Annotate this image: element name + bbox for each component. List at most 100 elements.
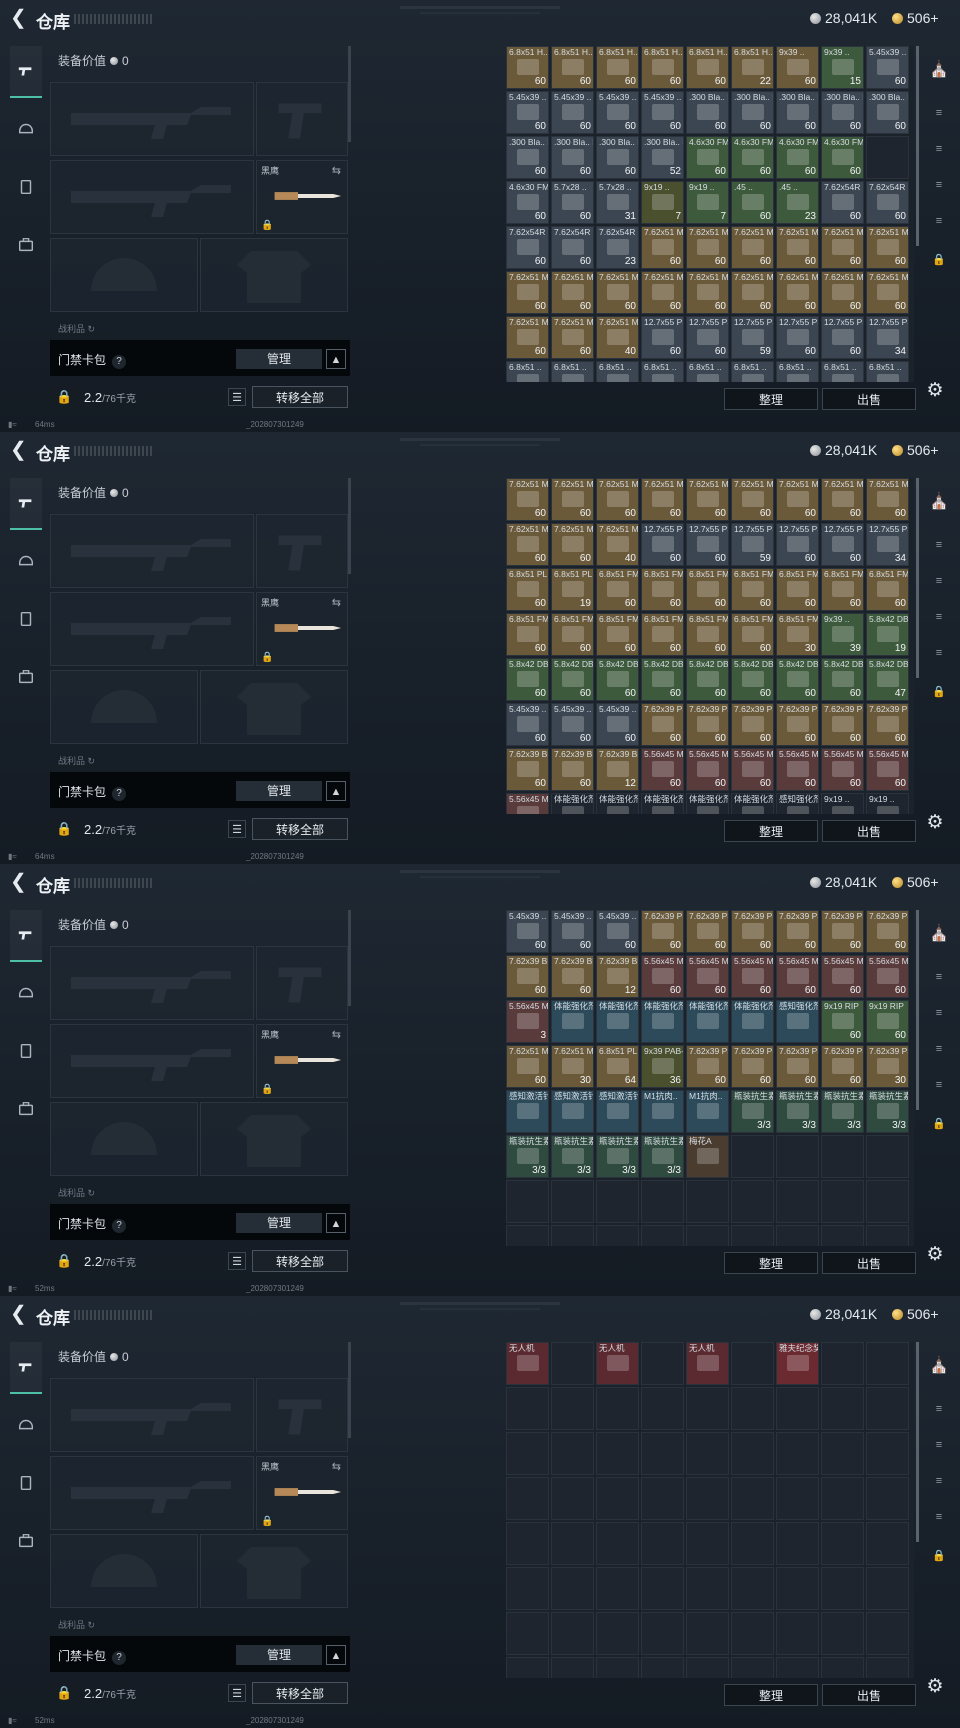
inventory-item[interactable]: 4.6x30 FMJ 60 xyxy=(821,136,864,179)
inventory-item[interactable]: 7.62x39 PS 60 xyxy=(821,1045,864,1088)
empty-slot[interactable] xyxy=(866,1567,909,1610)
inventory-item[interactable]: 7.62x51 M.. 30 xyxy=(551,1045,594,1088)
inventory-item[interactable]: 12.7x55 PS12 60 xyxy=(776,316,819,359)
inventory-item[interactable]: 12.7x55 PS12 60 xyxy=(776,523,819,566)
help-icon[interactable]: ? xyxy=(112,1219,127,1233)
empty-slot[interactable] xyxy=(641,1180,684,1223)
chevron-up-icon[interactable]: ▲ xyxy=(326,781,346,801)
inventory-item[interactable]: 6.8x51 FMJ 60 xyxy=(866,568,909,611)
empty-slot[interactable] xyxy=(686,1225,729,1246)
inventory-item[interactable]: 7.62x39 PS 60 xyxy=(731,703,774,746)
empty-slot[interactable] xyxy=(731,1477,774,1520)
inventory-item[interactable]: 6.8x51 ..60 xyxy=(731,361,774,382)
empty-slot[interactable] xyxy=(776,1180,819,1223)
sort-button[interactable]: 整理 xyxy=(724,1684,818,1706)
sell-button[interactable]: 出售 xyxy=(822,1252,916,1274)
empty-slot[interactable] xyxy=(776,1135,819,1178)
stash-page-4-icon[interactable]: ≡ xyxy=(922,530,956,560)
inventory-item[interactable]: 瓶装抗生素 3/3 xyxy=(821,1090,864,1133)
inventory-item[interactable]: 7.62x51 M.. 60 xyxy=(776,478,819,521)
inventory-item[interactable]: 6.8x51 FMJ 60 xyxy=(551,613,594,656)
inventory-item[interactable]: 12.7x55 PS12 60 xyxy=(821,523,864,566)
inventory-item[interactable]: 7.62x39 PS 60 xyxy=(641,703,684,746)
inventory-item[interactable]: 9x19 .. 7 xyxy=(686,181,729,224)
gear-icon[interactable]: ⚙ xyxy=(924,1244,946,1266)
helmet-slot[interactable] xyxy=(50,670,198,744)
manage-button[interactable]: 管理 xyxy=(236,1645,322,1665)
inventory-item[interactable]: 5.45x39 .. 60 xyxy=(506,910,549,953)
transfer-all-button[interactable]: 转移全部 xyxy=(252,386,348,408)
inventory-item[interactable]: 7.62x39 PS 60 xyxy=(821,910,864,953)
empty-slot[interactable] xyxy=(731,1432,774,1475)
equipment-scrollbar[interactable] xyxy=(348,478,351,574)
stash-page-2-icon[interactable]: ≡ xyxy=(922,1034,956,1064)
inventory-item[interactable]: 瓶装抗生素 3/3 xyxy=(551,1135,594,1178)
gear-icon[interactable]: ⚙ xyxy=(924,1676,946,1698)
inventory-item[interactable]: 6.8x51 H.. 22 xyxy=(731,46,774,89)
empty-slot[interactable] xyxy=(821,1180,864,1223)
gold-currency[interactable]: 506+ xyxy=(892,1306,939,1322)
inventory-item[interactable]: .300 Bla.. BCP FMJ 52 xyxy=(641,136,684,179)
empty-slot[interactable] xyxy=(686,1612,729,1655)
inventory-item[interactable]: 体能强化剂 xyxy=(731,1000,774,1043)
inventory-item[interactable]: 7.62x51 M.. 60 xyxy=(821,226,864,269)
gear-icon[interactable]: ⚙ xyxy=(924,812,946,834)
inventory-item[interactable]: 5.8x42 DBP10 60 xyxy=(686,658,729,701)
tab-weapons[interactable] xyxy=(10,46,42,98)
inventory-item[interactable]: 瓶装抗生素 3/3 xyxy=(641,1135,684,1178)
inventory-item[interactable]: 7.62x51 M.. 60 xyxy=(596,271,639,314)
back-arrow-icon[interactable]: ❮ xyxy=(10,871,28,893)
inventory-item[interactable]: 体能强化剂 xyxy=(551,1000,594,1043)
inventory-item[interactable]: 5.56x45 M855A1 60 xyxy=(641,748,684,791)
empty-slot[interactable] xyxy=(866,1180,909,1223)
inventory-item[interactable]: 7.62x51 M.. 60 xyxy=(641,226,684,269)
inventory-item[interactable]: 7.62x51 M.. 60 xyxy=(821,478,864,521)
inventory-item[interactable]: 5.56x45 M855A1 60 xyxy=(731,748,774,791)
inventory-item[interactable]: 6.8x51 ..60 xyxy=(596,361,639,382)
empty-slot[interactable] xyxy=(596,1387,639,1430)
stash-home-icon[interactable]: ⛪ xyxy=(922,918,956,948)
inventory-item[interactable]: 7.62x39 PS 60 xyxy=(776,1045,819,1088)
inventory-item[interactable]: 感知强化剂 xyxy=(776,1000,819,1043)
inventory-item[interactable]: 6.8x51 PL.. 60 xyxy=(506,568,549,611)
inventory-item[interactable]: 9x39 .. 15 xyxy=(821,46,864,89)
inventory-item[interactable]: 6.8x51 H.. 60 xyxy=(551,46,594,89)
secondary-weapon-slot[interactable] xyxy=(50,160,254,234)
empty-slot[interactable] xyxy=(596,1567,639,1610)
empty-slot[interactable] xyxy=(551,1477,594,1520)
inventory-item[interactable]: 7.62x39 PS 60 xyxy=(641,910,684,953)
empty-slot[interactable] xyxy=(821,1522,864,1565)
inventory-item[interactable]: 9x39 .. 60 xyxy=(776,46,819,89)
inventory-item[interactable]: 6.8x51 FMJ 60 xyxy=(506,613,549,656)
inventory-item[interactable]: 5.8x42 DBP10 60 xyxy=(506,658,549,701)
helmet-slot[interactable] xyxy=(50,238,198,312)
empty-slot[interactable] xyxy=(551,1387,594,1430)
inventory-item[interactable]: 5.45x39 .. 60 xyxy=(506,703,549,746)
help-icon[interactable]: ? xyxy=(112,787,127,801)
empty-slot[interactable] xyxy=(641,1225,684,1246)
inventory-item[interactable]: 7.62x39 PS 60 xyxy=(776,703,819,746)
tab-armor[interactable] xyxy=(10,1458,42,1508)
inventory-item[interactable]: 7.62x51 M.. 60 xyxy=(641,271,684,314)
inventory-item[interactable]: 7.62x51 M.. 60 xyxy=(506,1045,549,1088)
inventory-item[interactable]: 5.45x39 .. 60 xyxy=(596,91,639,134)
inventory-item[interactable]: 6.8x51 PL.. 19 xyxy=(551,568,594,611)
inventory-item[interactable]: M1抗肉.. xyxy=(686,1090,729,1133)
empty-slot[interactable] xyxy=(506,1657,549,1678)
empty-slot[interactable] xyxy=(596,1225,639,1246)
gold-currency[interactable]: 506+ xyxy=(892,874,939,890)
stash-page-4-icon[interactable]: ≡ xyxy=(922,98,956,128)
empty-slot[interactable] xyxy=(641,1387,684,1430)
inventory-item[interactable]: 5.8x42 DBP10 60 xyxy=(641,658,684,701)
empty-slot[interactable] xyxy=(596,1612,639,1655)
inventory-item[interactable]: 7.62x39 PS 60 xyxy=(821,703,864,746)
inventory-item[interactable]: 6.8x51 FMJ 60 xyxy=(641,568,684,611)
stash-page-2-icon[interactable]: ≡ xyxy=(922,602,956,632)
inventory-item[interactable]: 7.62x51 M.. 60 xyxy=(506,523,549,566)
inventory-item[interactable]: 9x19 RIP 60 xyxy=(866,1000,909,1043)
inventory-item[interactable]: 6.8x51 ..60 xyxy=(506,361,549,382)
back-arrow-icon[interactable]: ❮ xyxy=(10,7,28,29)
transfer-all-button[interactable]: 转移全部 xyxy=(252,818,348,840)
inventory-item[interactable]: 5.56x45 M855A1 60 xyxy=(731,955,774,998)
empty-slot[interactable] xyxy=(776,1522,819,1565)
